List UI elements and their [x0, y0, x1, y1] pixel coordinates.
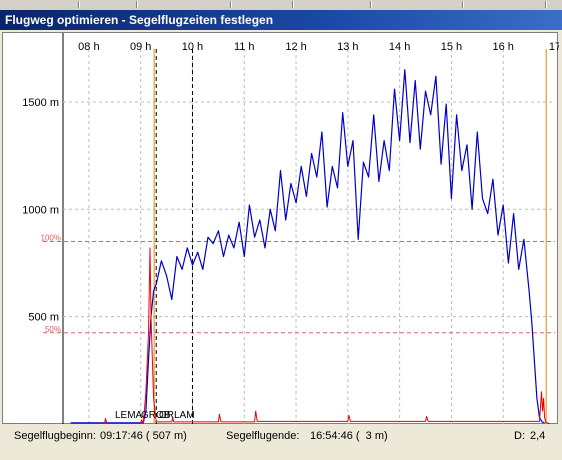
variometer-series-line: [70, 247, 550, 425]
d-label: D:: [514, 430, 525, 442]
x-tick-label: 14 h: [389, 41, 410, 53]
y-tick-label: 500 m: [28, 312, 59, 324]
y-tick-label: 1000 m: [22, 204, 59, 216]
x-tick-label: 16 h: [492, 41, 513, 53]
waypoint-label: ORLAM: [159, 410, 195, 421]
status-bar: Segelflugbeginn: 09:17:46 ( 507 m) Segel…: [0, 424, 562, 460]
altitude-chart: 08 h 09 h 10 h 11 h 12 h 13 h 14 h 15 h 16 h 1750…: [22, 33, 559, 425]
altitude-series-line: [70, 69, 545, 424]
y-tick-label: 1500 m: [22, 97, 59, 109]
end-label: Segelflugende:: [226, 430, 300, 442]
percent-label: 100%: [41, 234, 61, 243]
start-label: Segelflugbeginn:: [14, 430, 96, 442]
d-value: 2,4: [530, 430, 546, 442]
start-value: 09:17:46 ( 507 m): [100, 430, 187, 442]
x-tick-label: 12 h: [285, 41, 306, 53]
x-tick-label: 15 h: [441, 41, 462, 53]
x-tick-label: 17: [549, 41, 559, 53]
end-value: 16:54:46 ( 3 m): [310, 430, 388, 442]
waypoint-label: LEMA: [115, 410, 143, 421]
window-title: Flugweg optimieren - Segelflugzeiten fes…: [0, 10, 562, 30]
x-tick-label: 11 h: [234, 41, 255, 53]
chart-frame: 08 h 09 h 10 h 11 h 12 h 13 h 14 h 15 h 16 h 17 50…: [2, 32, 559, 425]
x-tick-label: 08 h: [78, 41, 99, 53]
x-tick-label: 13 h: [337, 41, 358, 53]
percent-label: 50%: [45, 325, 61, 334]
x-tick-label: 09 h: [130, 41, 151, 53]
